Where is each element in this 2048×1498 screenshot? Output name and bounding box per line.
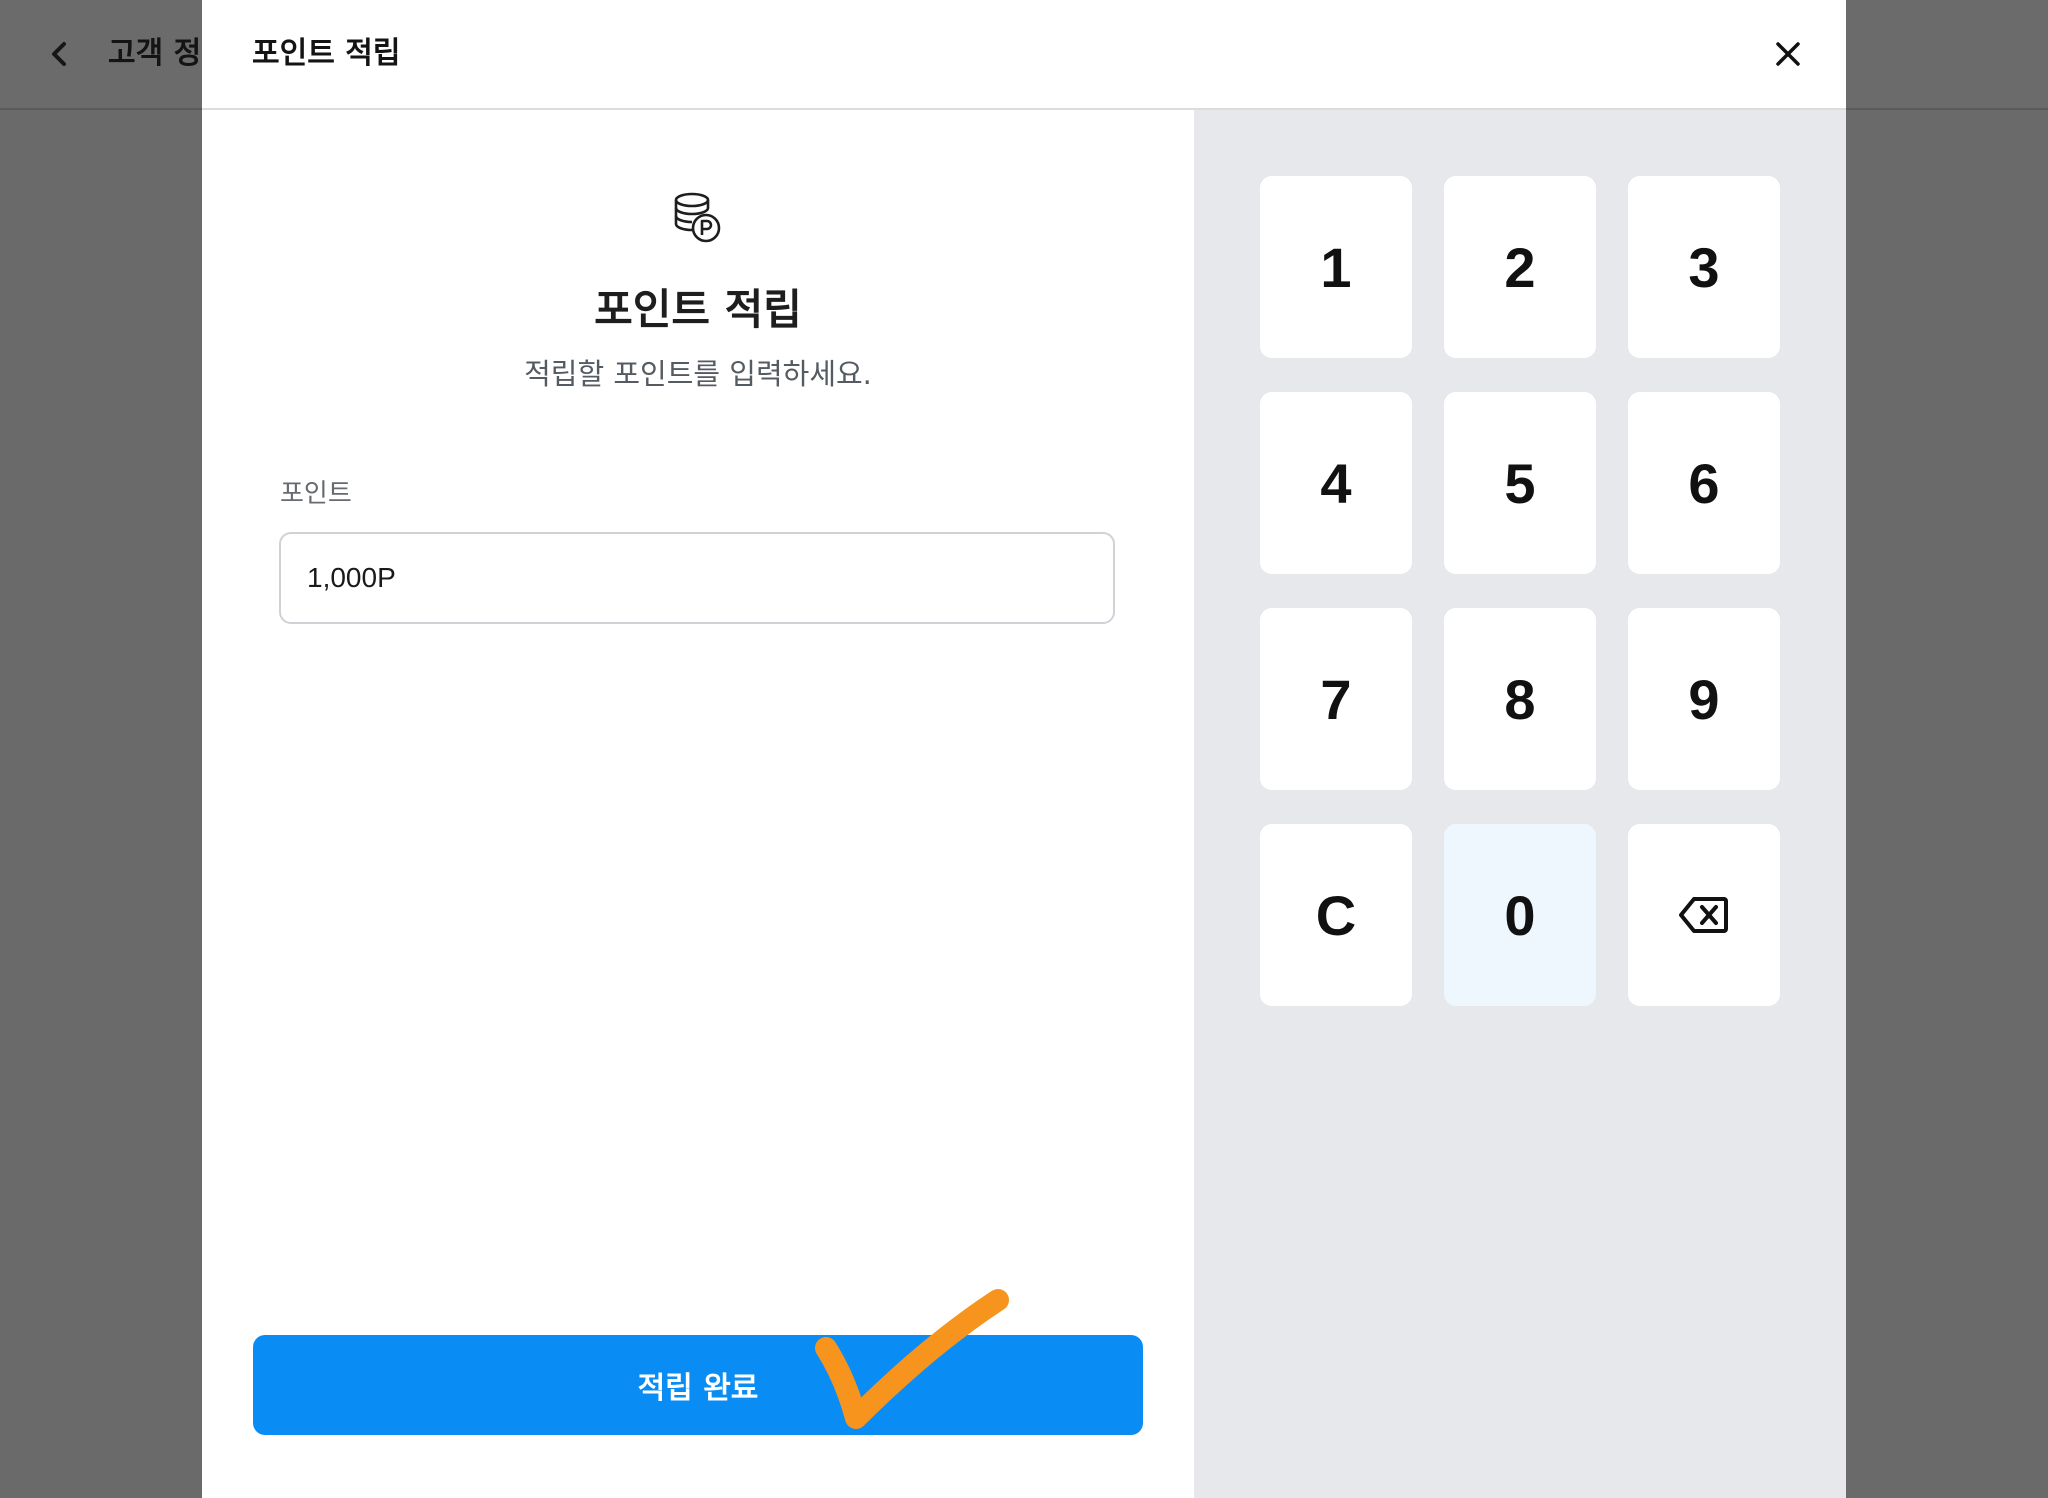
close-button[interactable] (1768, 34, 1808, 74)
key-9[interactable]: 9 (1628, 608, 1780, 790)
form-pane: 포인트 적립 적립할 포인트를 입력하세요. 포인트 적립 완료 (202, 110, 1194, 1498)
form-heading: 포인트 적립 (594, 285, 802, 334)
keypad: 123 456 789 C0 (1260, 176, 1780, 1006)
key-4[interactable]: 4 (1260, 392, 1412, 574)
modal-title: 포인트 적립 (252, 36, 401, 71)
earn-complete-button-label: 적립 완료 (637, 1371, 759, 1406)
key-8[interactable]: 8 (1444, 608, 1596, 790)
key-6[interactable]: 6 (1628, 392, 1780, 574)
earn-complete-button[interactable]: 적립 완료 (253, 1335, 1143, 1435)
key-1[interactable]: 1 (1260, 176, 1412, 358)
backspace-icon (1679, 897, 1728, 933)
back-button[interactable] (40, 34, 80, 74)
key-backspace[interactable] (1628, 824, 1780, 1006)
key-5[interactable]: 5 (1444, 392, 1596, 574)
points-input-wrapper (279, 532, 1115, 624)
key-3[interactable]: 3 (1628, 176, 1780, 358)
points-field-label: 포인트 (280, 479, 352, 509)
key-c[interactable]: C (1260, 824, 1412, 1006)
keypad-pane: 123 456 789 C0 (1194, 110, 1846, 1498)
form-subtitle: 적립할 포인트를 입력하세요. (524, 357, 872, 391)
points-input[interactable] (281, 534, 1113, 622)
key-2[interactable]: 2 (1444, 176, 1596, 358)
close-icon (1776, 42, 1800, 66)
key-7[interactable]: 7 (1260, 608, 1412, 790)
background-page-title: 고객 정 (108, 36, 202, 71)
modal-header: 포인트 적립 (202, 0, 1846, 110)
point-earn-modal: 포인트 적립 포인트 적립 적립할 포인트를 입력하세요. 포인트 적립 완료 (202, 0, 1846, 1498)
coins-point-icon (674, 192, 721, 243)
key-0[interactable]: 0 (1444, 824, 1596, 1006)
chevron-left-icon (52, 42, 66, 66)
